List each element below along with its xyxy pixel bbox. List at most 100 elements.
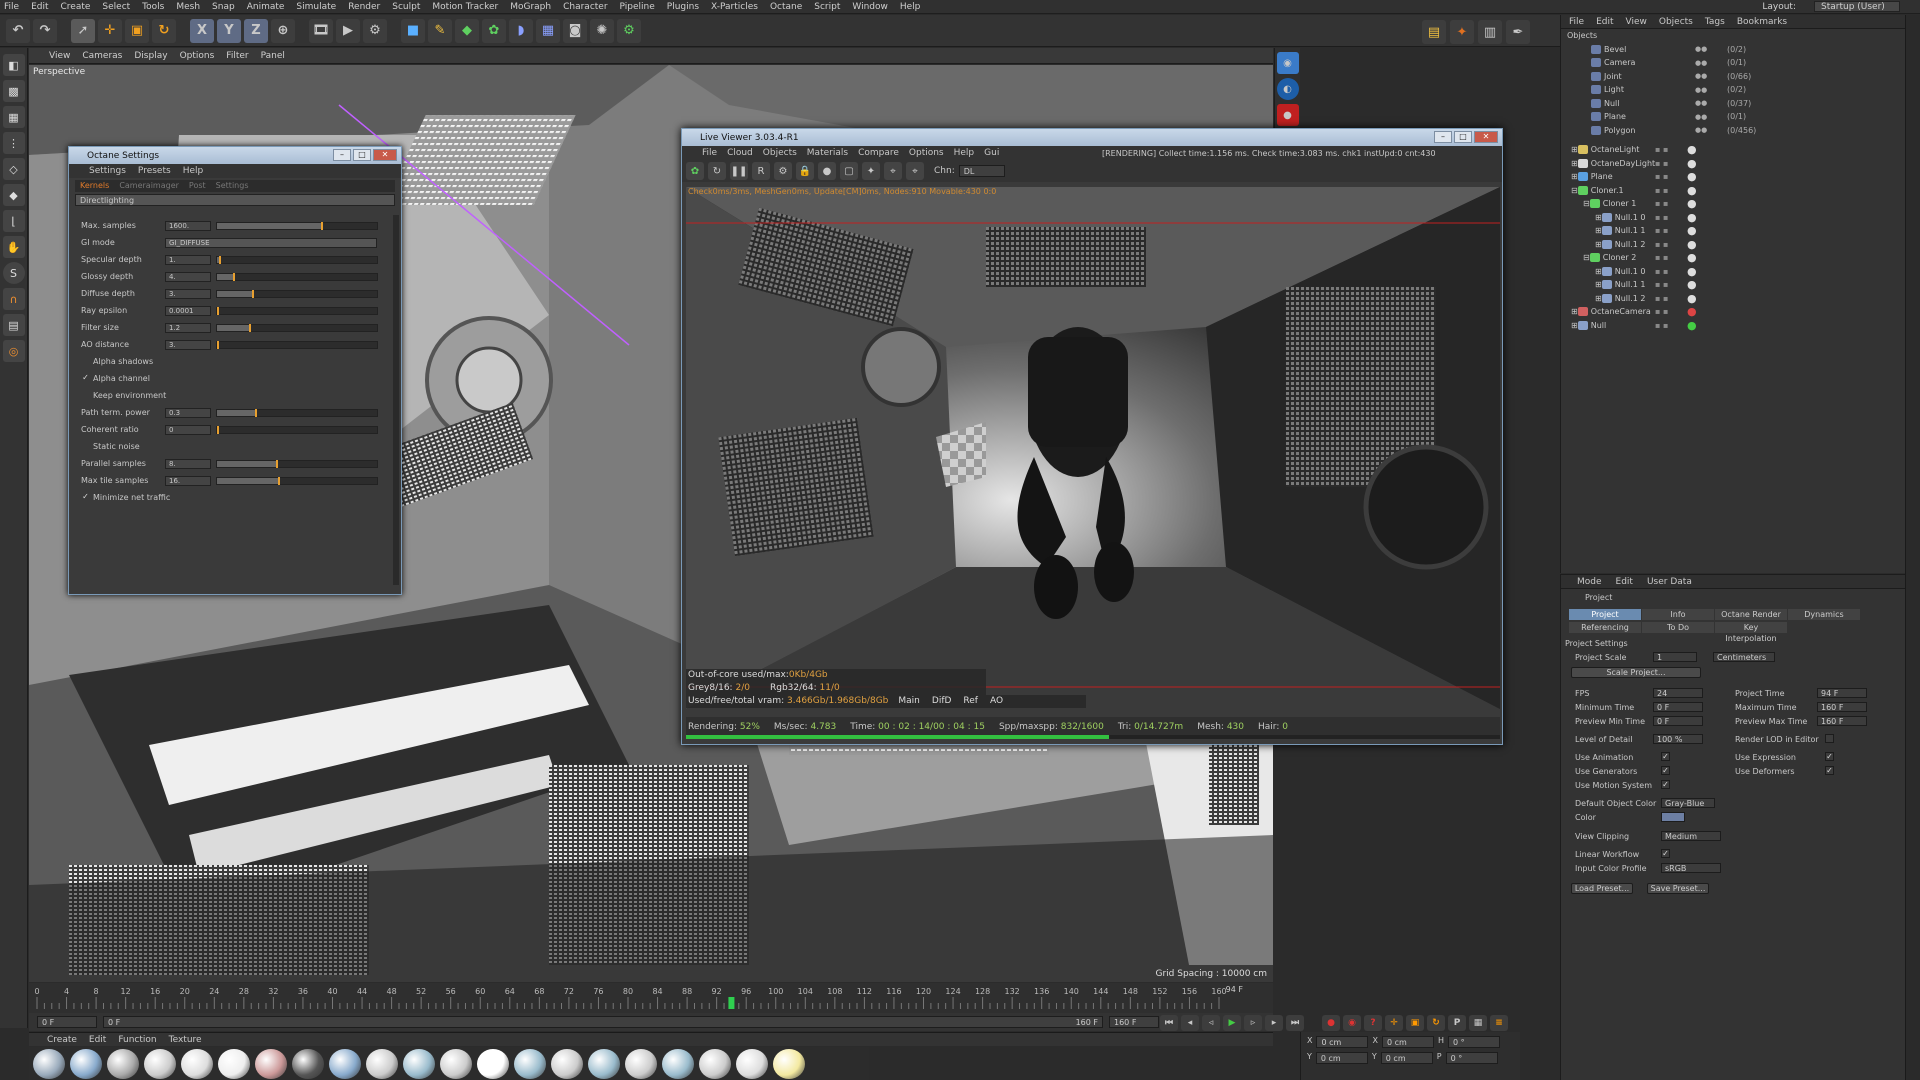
attr-menu-mode[interactable]: Mode [1577,577,1602,587]
param-slider[interactable] [216,426,378,434]
param-value[interactable]: 0.3 [165,408,211,418]
coord-field[interactable]: 0 ° [1447,1036,1500,1048]
lv-menu-file[interactable]: File [702,148,717,158]
object-tag-icon[interactable]: ● [1687,238,1697,251]
material-swatch[interactable] [70,1049,102,1079]
param-value[interactable]: 1600. [165,221,211,231]
param-value[interactable]: 1. [165,255,211,265]
visibility-flags[interactable]: ●● [1695,126,1707,134]
solo-icon[interactable]: ◎ [2,340,25,362]
next-frame-icon[interactable]: ▹ [1244,1015,1262,1031]
visibility-flags[interactable]: ▪ ▪ [1655,145,1668,154]
input-color-profile-field[interactable]: sRGB [1661,863,1721,873]
object-tag-icon[interactable]: ● [1687,278,1697,291]
menu-simulate[interactable]: Simulate [296,2,336,12]
keyframe-selection-icon[interactable]: ? [1364,1015,1382,1031]
visibility-flags[interactable]: ▪ ▪ [1655,307,1668,316]
use-generators-checkbox[interactable]: ✓ [1661,766,1670,775]
goto-start-icon[interactable]: ⏮ [1160,1015,1178,1031]
attr-tab[interactable]: Referencing [1569,622,1641,633]
object-tag-icon[interactable]: ● [1687,319,1697,332]
param-key-icon[interactable]: P [1448,1015,1466,1031]
object-row[interactable]: Polygon ●● (0/456) [1567,124,1905,138]
object-tag-icon[interactable]: ● [1687,265,1697,278]
save-preset-button[interactable]: Save Preset... [1647,883,1709,894]
tree-row[interactable]: ⊞ OctaneLight ▪ ▪ ● [1567,143,1905,157]
object-row[interactable]: Light ●● (0/2) [1567,83,1905,97]
tab-settings[interactable]: Settings [211,180,254,192]
octane-record-icon[interactable]: ● [1276,104,1299,126]
material-swatch[interactable] [699,1049,731,1079]
expand-icon[interactable]: ⊟ [1583,253,1590,262]
lv-menu-objects[interactable]: Objects [763,148,797,158]
param-slider-handle[interactable] [217,426,219,434]
octane-icon[interactable]: ⚙ [617,18,641,43]
min-time-field[interactable]: 0 F [1653,702,1703,712]
polygons-mode-icon[interactable]: ◆ [2,184,25,206]
next-key-icon[interactable]: ▸ [1265,1015,1283,1031]
expand-icon[interactable]: ⊞ [1571,159,1578,168]
visibility-flags[interactable]: ▪ ▪ [1655,294,1668,303]
bodypaint-icon[interactable]: ✦ [1450,20,1474,44]
param-dropdown[interactable]: GI_DIFFUSE [165,238,377,248]
redo-icon[interactable]: ↷ [33,18,57,43]
menu-snap[interactable]: Snap [212,2,235,12]
tree-row[interactable]: ⊞ OctaneDayLight ▪ ▪ ● [1567,157,1905,171]
attr-tab[interactable]: To Do [1642,622,1714,633]
octane-live-viewer-icon[interactable]: ◉ [1276,52,1299,74]
menu-plugins[interactable]: Plugins [667,2,699,12]
object-row[interactable]: Plane ●● (0/1) [1567,110,1905,124]
material-menu-edit[interactable]: Edit [89,1035,106,1045]
param-slider-handle[interactable] [255,409,258,417]
cube-icon[interactable]: ■ [401,18,425,43]
menu-motiontracker[interactable]: Motion Tracker [432,2,498,12]
attr-menu-edit[interactable]: Edit [1616,577,1633,587]
material-swatch[interactable] [625,1049,657,1079]
attr-tab[interactable]: Key Interpolation [1715,622,1787,643]
material-menu-create[interactable]: Create [47,1035,77,1045]
objects-menu-edit[interactable]: Edit [1596,17,1613,27]
material-swatch[interactable] [218,1049,250,1079]
use-animation-checkbox[interactable]: ✓ [1661,752,1670,761]
pen-icon[interactable]: ✎ [428,18,452,43]
autokey-icon[interactable]: ◉ [1343,1015,1361,1031]
param-slider[interactable] [216,477,378,485]
rotation-key-icon[interactable]: ↻ [1427,1015,1445,1031]
objects-menu-tags[interactable]: Tags [1705,17,1725,27]
param-slider[interactable] [216,273,378,281]
max-time-field[interactable]: 160 F [1817,702,1867,712]
lv-minimize-button[interactable]: – [1434,131,1452,143]
end-frame-field[interactable]: 160 F [1109,1016,1159,1028]
linear-workflow-checkbox[interactable]: ✓ [1661,849,1670,858]
undo-icon[interactable]: ↶ [6,18,30,43]
live-viewer-titlebar[interactable]: Live Viewer 3.03.4-R1 – □ ✕ [682,129,1502,146]
use-motion-checkbox[interactable]: ✓ [1661,780,1670,789]
texture-mode-icon[interactable]: ▩ [2,80,25,102]
param-slider-handle[interactable] [217,341,219,349]
tree-row[interactable]: ⊞ Null ▪ ▪ ● [1567,319,1905,333]
param-value[interactable]: 3. [165,289,211,299]
lv-menu-options[interactable]: Options [909,148,944,158]
view-clipping-field[interactable]: Medium [1661,831,1721,841]
tab-cameraimager[interactable]: Cameraimager [114,180,184,192]
render-settings-icon[interactable]: ⚙ [363,18,387,43]
z-axis-icon[interactable]: Z [244,18,268,43]
select-tool-icon[interactable]: ➚ [71,18,95,43]
object-tag-icon[interactable]: ● [1687,143,1697,156]
material-swatch[interactable] [329,1049,361,1079]
visibility-flags[interactable]: ▪ ▪ [1655,186,1668,195]
move-tool-icon[interactable]: ✛ [98,18,122,43]
octane-menu-presets[interactable]: Presets [138,166,171,176]
object-row[interactable]: Camera ●● (0/1) [1567,56,1905,70]
expand-icon[interactable]: ⊞ [1595,213,1602,222]
scale-project-button[interactable]: Scale Project... [1571,667,1701,678]
visibility-flags[interactable]: ▪ ▪ [1655,240,1668,249]
sketch-icon[interactable]: ✒ [1506,20,1530,44]
project-scale-field[interactable]: 1 [1653,652,1697,662]
project-time-field[interactable]: 94 F [1817,688,1867,698]
material-swatch[interactable] [477,1049,509,1079]
minimize-button[interactable]: – [333,149,351,161]
lod-field[interactable]: 100 % [1653,734,1703,744]
workplane-icon[interactable]: ▦ [2,106,25,128]
param-slider[interactable] [216,222,378,230]
